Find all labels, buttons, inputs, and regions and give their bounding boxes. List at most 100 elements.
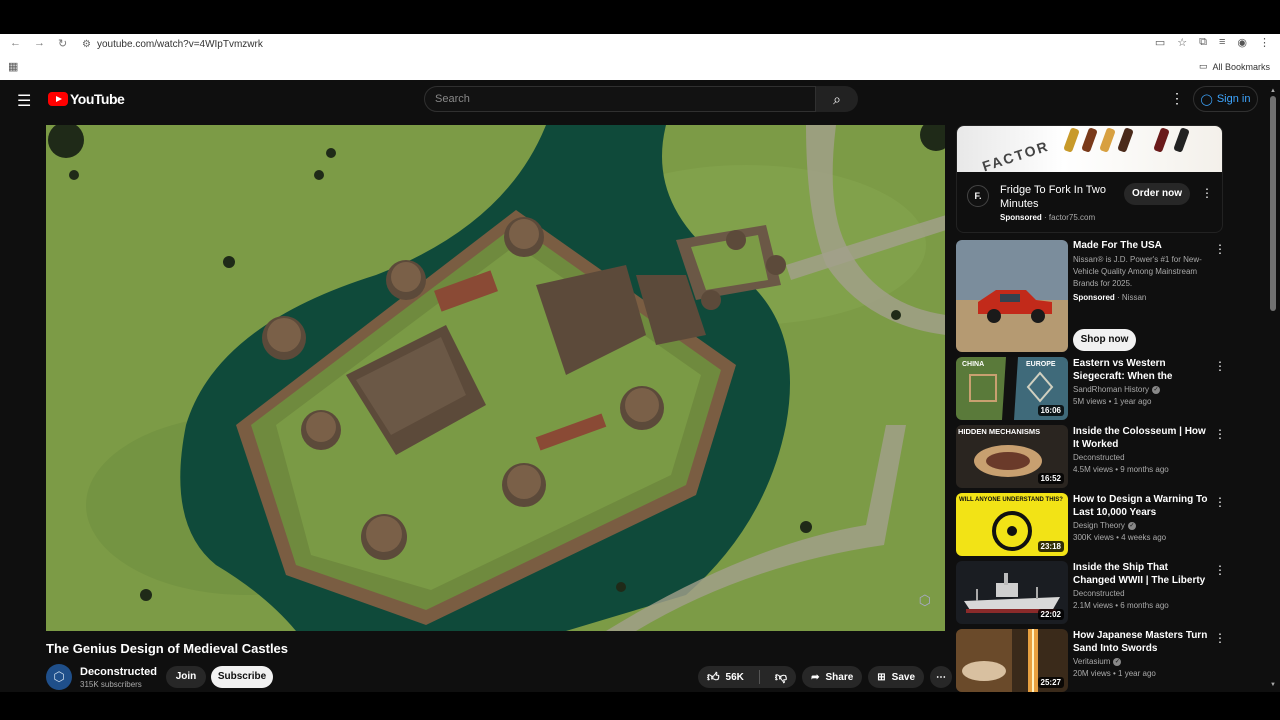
like-button[interactable]: 👍︎ 56K xyxy=(698,666,753,688)
ad-thumbnail[interactable] xyxy=(956,240,1068,352)
ad-bottle xyxy=(1099,127,1116,153)
search-input[interactable]: Search xyxy=(424,86,816,112)
video-menu-icon[interactable]: ⋮ xyxy=(1214,359,1226,373)
view-count: 2.1M views xyxy=(1073,601,1114,610)
view-count: 5M views xyxy=(1073,397,1107,406)
forward-icon[interactable]: → xyxy=(34,37,45,49)
upload-age: 1 year ago xyxy=(1113,397,1152,406)
video-thumbnail[interactable]: HIDDEN MECHANISMS 16:52 xyxy=(956,425,1068,488)
site-info-icon[interactable]: ⚙ xyxy=(82,39,91,50)
video-thumbnail[interactable]: 25:27 xyxy=(956,629,1068,692)
channel-name-text: Design Theory xyxy=(1073,521,1125,530)
bookmark-icon: ⊞ xyxy=(877,671,886,683)
video-menu-icon[interactable]: ⋮ xyxy=(1214,427,1226,441)
ad-title[interactable]: Made For The USA xyxy=(1073,240,1209,251)
ad-advertiser: Nissan xyxy=(1121,293,1147,302)
channel-name[interactable]: Deconstructed xyxy=(1073,453,1209,462)
video-menu-icon[interactable]: ⋮ xyxy=(1214,563,1226,577)
channel-name[interactable]: SandRhoman History ✓ xyxy=(1073,385,1209,394)
address-bar[interactable]: ⚙ youtube.com/watch?v=4WIpTvmzwrk xyxy=(82,36,263,52)
video-title[interactable]: How to Design a Warning To Last 10,000 Y… xyxy=(1073,493,1209,519)
video-stats: 20M views • 1 year ago xyxy=(1073,669,1156,678)
like-dislike-group: 👍︎ 56K 👎︎ xyxy=(698,666,797,688)
subscribe-button[interactable]: Subscribe xyxy=(211,666,273,688)
order-now-button[interactable]: Order now xyxy=(1124,183,1190,205)
search-button[interactable]: ⌕ xyxy=(816,86,858,112)
video-player[interactable]: ⬡ xyxy=(46,125,945,631)
channel-name[interactable]: Deconstructed xyxy=(1073,589,1209,598)
channel-name[interactable]: Deconstructed xyxy=(80,666,157,678)
upload-age: 9 months ago xyxy=(1120,465,1169,474)
recommended-video[interactable]: 22:02 Inside the Ship That Changed WWII … xyxy=(956,561,1226,625)
video-menu-icon[interactable]: ⋮ xyxy=(1214,631,1226,645)
channel-avatar[interactable]: ⬡ xyxy=(46,664,72,690)
save-button[interactable]: ⊞ Save xyxy=(868,666,925,688)
scroll-down-icon[interactable]: ▼ xyxy=(1270,682,1276,688)
share-button[interactable]: ➦ Share xyxy=(802,666,863,688)
recommended-video[interactable]: WILL ANYONE UNDERSTAND THIS? 23:18 How t… xyxy=(956,493,1226,557)
recommended-video[interactable]: HIDDEN MECHANISMS 16:52 Inside the Colos… xyxy=(956,425,1226,489)
folder-icon: ▭ xyxy=(1198,61,1208,71)
youtube-logo[interactable]: YouTube xyxy=(48,91,125,107)
settings-menu-icon[interactable]: ⋮ xyxy=(1170,90,1184,107)
apps-grid-icon[interactable]: ▦ xyxy=(8,60,18,73)
ad-card-nissan[interactable]: Made For The USA Nissan® is J.D. Power's… xyxy=(956,240,1226,353)
browser-menu-icon[interactable]: ⋮ xyxy=(1259,36,1270,49)
video-thumbnail[interactable]: CHINA EUROPE 16:06 xyxy=(956,357,1068,420)
upload-age: 4 weeks ago xyxy=(1121,533,1167,542)
ad-title[interactable]: Fridge To Fork In Two Minutes xyxy=(1000,183,1110,211)
url-text: youtube.com/watch?v=4WIpTvmzwrk xyxy=(96,38,263,50)
profile-icon[interactable]: ◉ xyxy=(1237,36,1247,49)
castle-video-frame xyxy=(46,125,945,631)
ad-bottle xyxy=(1173,127,1190,153)
channel-name[interactable]: Veritasium ✓ xyxy=(1073,657,1209,666)
ad-info: Made For The USA Nissan® is J.D. Power's… xyxy=(1073,240,1209,302)
ad-menu-icon[interactable]: ⋮ xyxy=(1201,186,1213,200)
account-icon: ◯ xyxy=(1200,93,1213,106)
video-title[interactable]: How Japanese Masters Turn Sand Into Swor… xyxy=(1073,629,1209,655)
ad-menu-icon[interactable]: ⋮ xyxy=(1214,242,1226,256)
scroll-up-icon[interactable]: ▲ xyxy=(1270,88,1276,94)
ad-bottle xyxy=(1081,127,1098,153)
video-title[interactable]: Inside the Colosseum | How It Worked xyxy=(1073,425,1209,451)
back-icon[interactable]: ← xyxy=(10,37,21,49)
recommended-video[interactable]: CHINA EUROPE 16:06 Eastern vs Western Si… xyxy=(956,357,1226,421)
all-bookmarks[interactable]: ▭ All Bookmarks xyxy=(1199,61,1270,72)
thumb-label-europe: EUROPE xyxy=(1026,361,1056,368)
cast-icon[interactable]: ▭ xyxy=(1155,36,1165,49)
video-title[interactable]: Inside the Ship That Changed WWII | The … xyxy=(1073,561,1209,587)
sign-in-label: Sign in xyxy=(1216,93,1251,105)
menu-icon[interactable]: ☰ xyxy=(17,91,31,111)
page-scrollbar[interactable]: ▲ ▼ xyxy=(1270,88,1276,688)
thumb-label: WILL ANYONE UNDERSTAND THIS? xyxy=(959,497,1063,503)
channel-watermark-icon[interactable]: ⬡ xyxy=(919,592,931,609)
sign-in-button[interactable]: ◯ Sign in xyxy=(1193,86,1258,112)
dislike-button[interactable]: 👎︎ xyxy=(766,666,796,688)
video-menu-icon[interactable]: ⋮ xyxy=(1214,495,1226,509)
video-thumbnail[interactable]: 22:02 xyxy=(956,561,1068,624)
video-info: Inside the Colosseum | How It Worked Dec… xyxy=(1073,425,1209,474)
join-button[interactable]: Join xyxy=(166,666,206,688)
video-duration: 16:52 xyxy=(1037,473,1064,484)
video-actions: 👍︎ 56K 👎︎ ➦ Share ⊞ Save ⋯ xyxy=(698,666,953,688)
extensions-icon[interactable]: ⧉ xyxy=(1199,36,1207,49)
recommended-video[interactable]: 25:27 How Japanese Masters Turn Sand Int… xyxy=(956,629,1226,693)
bookmark-star-icon[interactable]: ☆ xyxy=(1177,36,1187,49)
video-thumbnail[interactable]: WILL ANYONE UNDERSTAND THIS? 23:18 xyxy=(956,493,1068,556)
ad-card-factor[interactable]: FACTOR F. Fridge To Fork In Two Minutes … xyxy=(956,125,1223,233)
shop-now-button[interactable]: Shop now xyxy=(1073,329,1136,351)
scrollbar-thumb[interactable] xyxy=(1270,96,1276,311)
video-title[interactable]: Eastern vs Western Siegecraft: When the … xyxy=(1073,357,1209,383)
more-icon: ⋯ xyxy=(936,671,947,683)
thumb-label-china: CHINA xyxy=(962,361,984,368)
sponsored-label: Sponsored xyxy=(1000,213,1042,222)
reload-icon[interactable]: ↻ xyxy=(58,37,67,50)
like-count: 56K xyxy=(725,671,744,683)
logo-text: YouTube xyxy=(70,91,125,107)
ad-meta: Sponsored · Nissan xyxy=(1073,293,1147,302)
ad-logo[interactable]: F. xyxy=(967,185,989,207)
channel-name[interactable]: Design Theory ✓ xyxy=(1073,521,1209,530)
reading-list-icon[interactable]: ≡ xyxy=(1219,36,1225,49)
more-actions-button[interactable]: ⋯ xyxy=(930,666,953,688)
upload-age: 1 year ago xyxy=(1118,669,1156,678)
